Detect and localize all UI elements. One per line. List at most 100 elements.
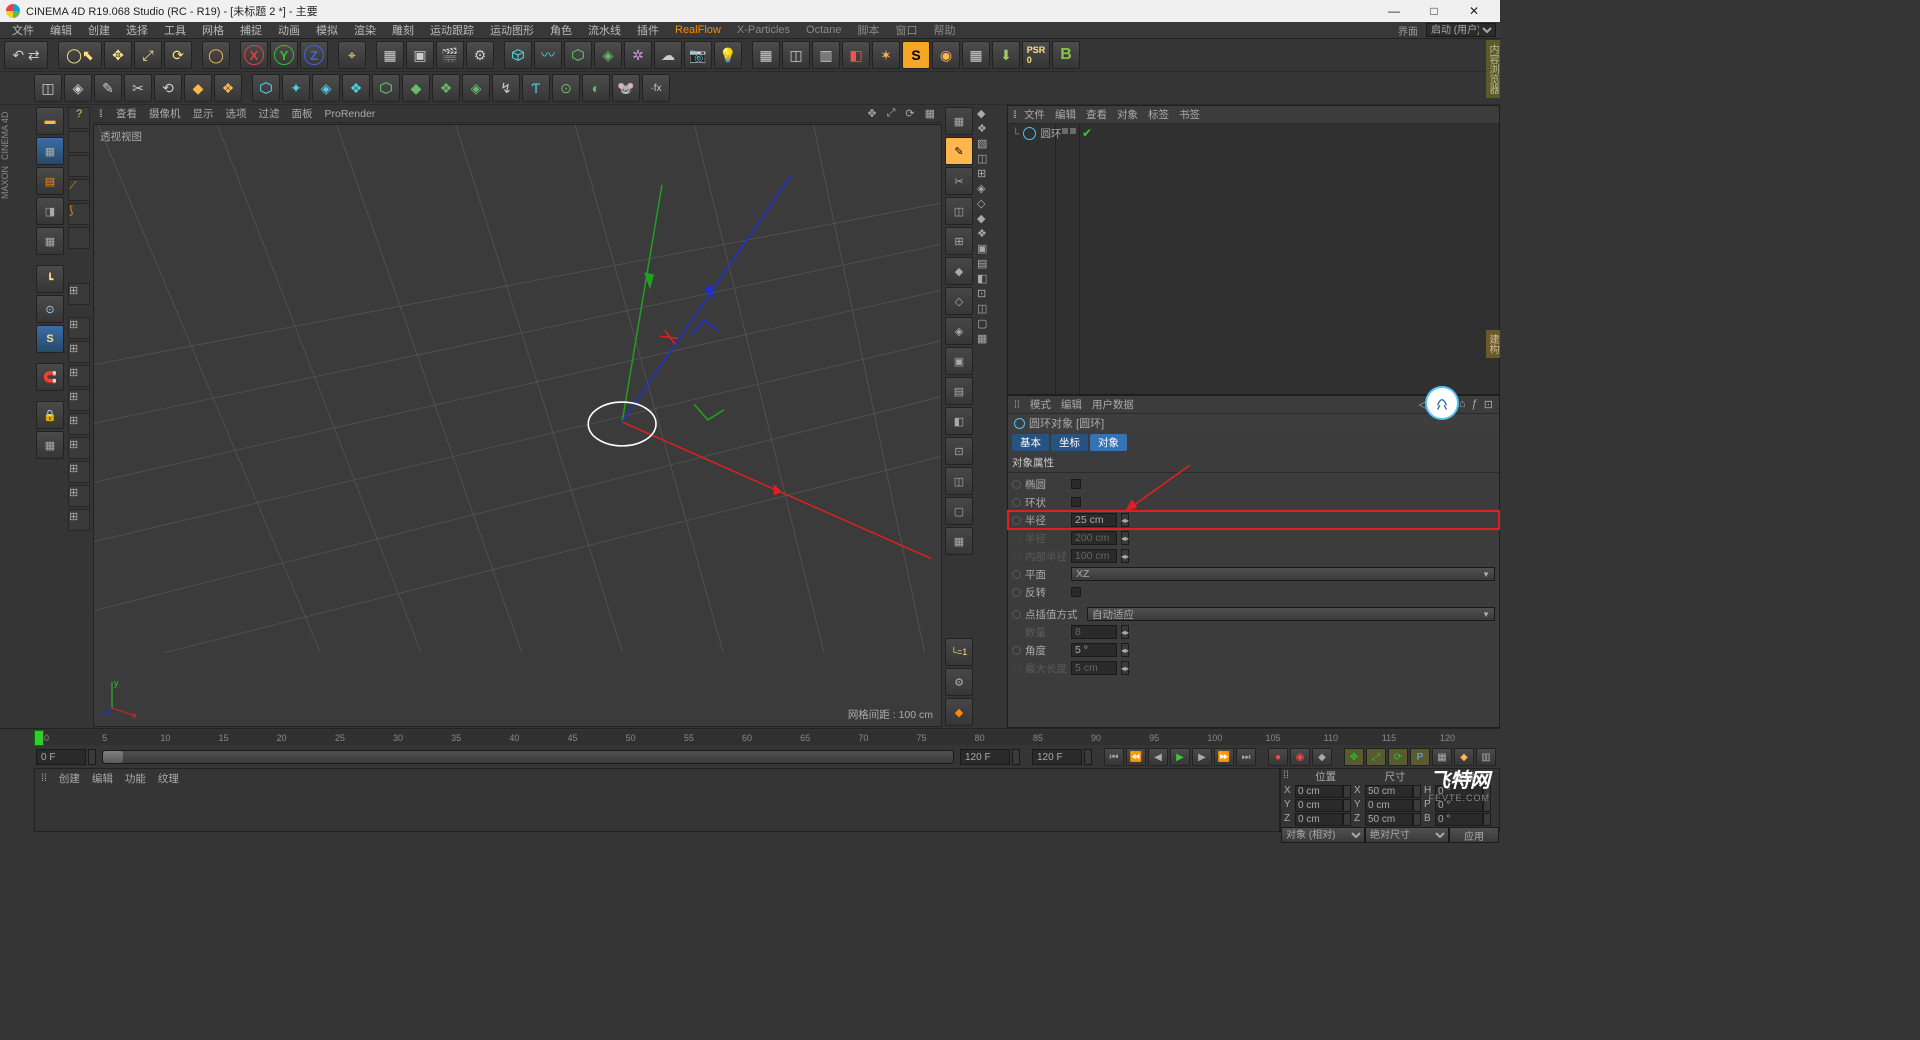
ring-checkbox[interactable] <box>1071 497 1081 507</box>
mograph-11[interactable]: ⊙ <box>552 74 580 102</box>
menu-window[interactable]: 窗口 <box>888 22 926 38</box>
menu-render[interactable]: 渲染 <box>346 22 384 38</box>
grid-5[interactable]: ⊞ <box>68 413 90 435</box>
rp1-gear[interactable]: ⚙ <box>945 668 973 696</box>
rp2-3[interactable]: ▧ <box>977 137 1005 150</box>
xpresso-3[interactable]: ▥ <box>812 41 840 69</box>
rp1-9[interactable]: ▣ <box>945 347 973 375</box>
grid-0[interactable]: ⊞ <box>68 283 90 305</box>
rp2-15[interactable]: ▢ <box>977 317 1005 330</box>
menu-file[interactable]: 文件 <box>4 22 42 38</box>
rp1-7[interactable]: ◇ <box>945 287 973 315</box>
range-slider[interactable] <box>102 750 954 764</box>
grid-8[interactable]: ⊞ <box>68 485 90 507</box>
mograph-2[interactable]: ✦ <box>282 74 310 102</box>
minimize-button[interactable]: — <box>1374 0 1414 22</box>
mograph-5[interactable] <box>372 74 400 102</box>
sp-orb[interactable]: ◉ <box>932 41 960 69</box>
sp-dl[interactable]: ⬇ <box>992 41 1020 69</box>
keysel-1[interactable]: ✥ <box>1344 748 1364 766</box>
rp2-12[interactable]: ◧ <box>977 272 1005 285</box>
xpresso-5[interactable]: ✶ <box>872 41 900 69</box>
menu-tools[interactable]: 工具 <box>156 22 194 38</box>
mesh-7[interactable]: ❖ <box>214 74 242 102</box>
close-button[interactable]: ✕ <box>1454 0 1494 22</box>
tree-row-circle[interactable]: └ 圆环 <box>1012 126 1061 141</box>
menu-char[interactable]: 角色 <box>542 22 580 38</box>
mograph-12[interactable]: ◐ <box>582 74 610 102</box>
keysel-3[interactable]: ⟳ <box>1388 748 1408 766</box>
am-user[interactable]: 用户数据 <box>1092 397 1134 412</box>
menu-sculpt[interactable]: 雕刻 <box>384 22 422 38</box>
generator-nurbs[interactable] <box>564 41 592 69</box>
rp2-1[interactable]: ◆ <box>977 107 1005 120</box>
grip-icon[interactable]: ⁞⁞ <box>1281 769 1291 785</box>
menu-octane[interactable]: Octane <box>798 24 849 36</box>
keysel-2[interactable]: ⤢ <box>1366 748 1386 766</box>
record-button[interactable]: ● <box>1268 748 1288 766</box>
vp-nav-4[interactable]: ▦ <box>925 107 935 120</box>
mograph-9[interactable]: ↯ <box>492 74 520 102</box>
mograph-13[interactable]: 🐭 <box>612 74 640 102</box>
recent-tool[interactable]: ◯ <box>202 41 230 69</box>
om-edit[interactable]: 编辑 <box>1055 107 1076 122</box>
mesh-6[interactable]: ◆ <box>184 74 212 102</box>
mesh-1[interactable]: ◫ <box>34 74 62 102</box>
psr[interactable]: PSR0 <box>1022 41 1050 69</box>
rp1-axis[interactable]: └=1 <box>945 638 973 666</box>
vp-nav-3[interactable]: ⟳ <box>905 107 914 120</box>
grid-4[interactable]: ⊞ <box>68 389 90 411</box>
tab-object[interactable]: 对象 <box>1090 434 1127 451</box>
menu-mesh[interactable]: 网格 <box>194 22 232 38</box>
menu-sim[interactable]: 模拟 <box>308 22 346 38</box>
maximize-button[interactable]: □ <box>1414 0 1454 22</box>
key-options[interactable]: ◆ <box>1312 748 1332 766</box>
vp-options[interactable]: 选项 <box>226 106 247 121</box>
mograph-3[interactable]: ◈ <box>312 74 340 102</box>
rp1-10[interactable]: ▤ <box>945 377 973 405</box>
prev-frame[interactable]: ◀ <box>1148 748 1168 766</box>
am-mode[interactable]: 模式 <box>1030 397 1051 412</box>
menu-xparticles[interactable]: X-Particles <box>729 24 798 36</box>
next-frame[interactable]: ▶ <box>1192 748 1212 766</box>
vp-nav-1[interactable]: ✥ <box>867 107 876 120</box>
sp-b[interactable]: B <box>1052 41 1080 69</box>
rp1-14[interactable]: ▢ <box>945 497 973 525</box>
axis-mode[interactable]: ┗ <box>36 265 64 293</box>
vp-nav-2[interactable]: ⤢ <box>887 107 896 120</box>
mesh-3[interactable]: ✎ <box>94 74 122 102</box>
nav-home[interactable]: ⌂ <box>1459 398 1466 411</box>
cursor2[interactable] <box>68 227 90 249</box>
rp2-8[interactable]: ◆ <box>977 212 1005 225</box>
pos-Y[interactable] <box>1295 799 1343 812</box>
light[interactable]: 💡 <box>714 41 742 69</box>
rp1-6[interactable]: ◆ <box>945 257 973 285</box>
rp1-2[interactable]: ✎ <box>945 137 973 165</box>
mode-workplane[interactable]: ▤ <box>36 167 64 195</box>
keysel-4[interactable]: P <box>1410 748 1430 766</box>
tweak-lock[interactable]: 🔒 <box>36 401 64 429</box>
xpresso-1[interactable]: ▦ <box>752 41 780 69</box>
rp2-7[interactable]: ◇ <box>977 197 1005 210</box>
select-tool[interactable]: ◯⬉ <box>58 41 102 69</box>
move-tool[interactable]: ✥ <box>104 41 132 69</box>
to-end[interactable]: ⏭ <box>1236 748 1256 766</box>
rp1-1[interactable]: ▦ <box>945 107 973 135</box>
mograph-6[interactable]: ◆ <box>402 74 430 102</box>
pos-Z[interactable] <box>1295 813 1343 826</box>
xpresso-4[interactable]: ◧ <box>842 41 870 69</box>
sp-s[interactable]: S <box>902 41 930 69</box>
mat-tex[interactable]: 纹理 <box>158 771 179 786</box>
axis-y[interactable]: Y <box>270 41 298 69</box>
radius-field[interactable]: 25 cm <box>1071 513 1117 527</box>
rot-B[interactable] <box>1435 813 1483 826</box>
range-b[interactable]: 120 F <box>1032 749 1082 765</box>
size-Y[interactable] <box>1365 799 1413 812</box>
nav-fn[interactable]: ƒ <box>1472 398 1478 411</box>
size-Z[interactable] <box>1365 813 1413 826</box>
size-X[interactable] <box>1365 785 1413 798</box>
object-tree[interactable]: └ 圆环 ✔ <box>1008 124 1499 394</box>
viewport-solo[interactable]: ⊙ <box>36 295 64 323</box>
rp2-6[interactable]: ◈ <box>977 182 1005 195</box>
time-marker[interactable] <box>34 730 44 746</box>
